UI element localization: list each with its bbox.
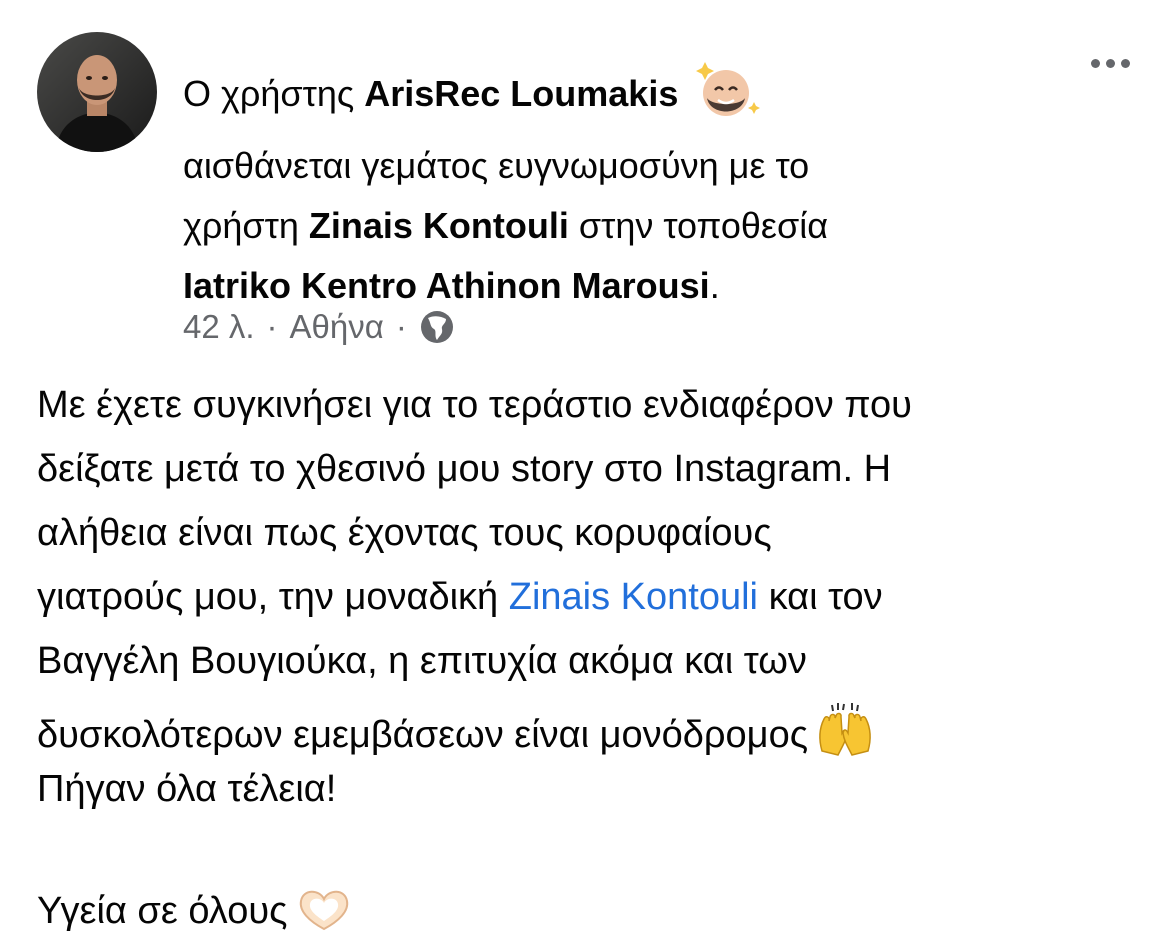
meta-separator: ·: [266, 308, 278, 345]
smiling-face-with-sparkles-icon: [694, 60, 762, 136]
more-dot: [1090, 58, 1100, 68]
body-line-4: γιατρούς μου, την μοναδική Zinais Kontou…: [37, 567, 883, 627]
location-link[interactable]: Iatriko Kentro Athinon Marousi: [183, 265, 710, 306]
body-line-8: Υγεία σε όλους: [37, 881, 353, 951]
globe-icon[interactable]: [419, 309, 455, 345]
location-prefix: στην τοποθεσία: [578, 205, 829, 246]
body-line-4-prefix: γιατρούς μου, την μοναδική: [37, 576, 499, 618]
more-dot: [1105, 58, 1115, 68]
tagged-user-link[interactable]: Zinais Kontouli: [309, 205, 569, 246]
more-options-button[interactable]: [1080, 48, 1140, 78]
body-line-3: αλήθεια είναι πως έχοντας τους κορυφαίου…: [37, 512, 772, 554]
author-prefix: Ο χρήστης: [183, 73, 355, 114]
body-line-4-suffix: και τον: [768, 576, 883, 618]
meta-separator: ·: [395, 308, 407, 345]
header-line-3: χρήστη Zinais Kontouli στην τοποθεσία: [183, 196, 1063, 256]
author-name-link[interactable]: ArisRec Loumakis: [364, 73, 678, 114]
body-line-1: Με έχετε συγκινήσει για το τεράστιο ενδι…: [37, 384, 912, 426]
header-line-1: Ο χρήστης ArisRec Loumakis: [183, 60, 1063, 136]
body-line-7: Πήγαν όλα τέλεια!: [37, 768, 337, 810]
post-meta: 42 λ. · Αθήνα ·: [183, 305, 455, 349]
author-avatar[interactable]: [37, 32, 157, 152]
body-line-8-text: Υγεία σε όλους: [37, 890, 288, 932]
post-timestamp[interactable]: 42 λ.: [183, 305, 255, 349]
with-prefix: χρήστη: [183, 205, 299, 246]
body-line-5: Βαγγέλη Βουγιούκα, η επιτυχία ακόμα και …: [37, 640, 807, 682]
mention-link[interactable]: Zinais Kontouli: [509, 576, 758, 618]
raising-hands-icon: [816, 703, 874, 775]
body-line-6-text: δυσκολότερων εμεμβάσεων είναι μονόδρομος: [37, 714, 809, 756]
body-line-2: δείξατε μετά το χθεσινό μου story στο In…: [37, 448, 892, 490]
location-suffix: .: [709, 265, 720, 306]
more-dot: [1120, 58, 1130, 68]
post-header: Ο χρήστης ArisRec Loumakis αισθάνεται γε…: [183, 60, 1063, 316]
heart-hands-icon: [295, 885, 353, 951]
post-city: Αθήνα: [289, 308, 384, 345]
feeling-text: αισθάνεται γεμάτος ευγνωμοσύνη με το: [183, 145, 810, 186]
